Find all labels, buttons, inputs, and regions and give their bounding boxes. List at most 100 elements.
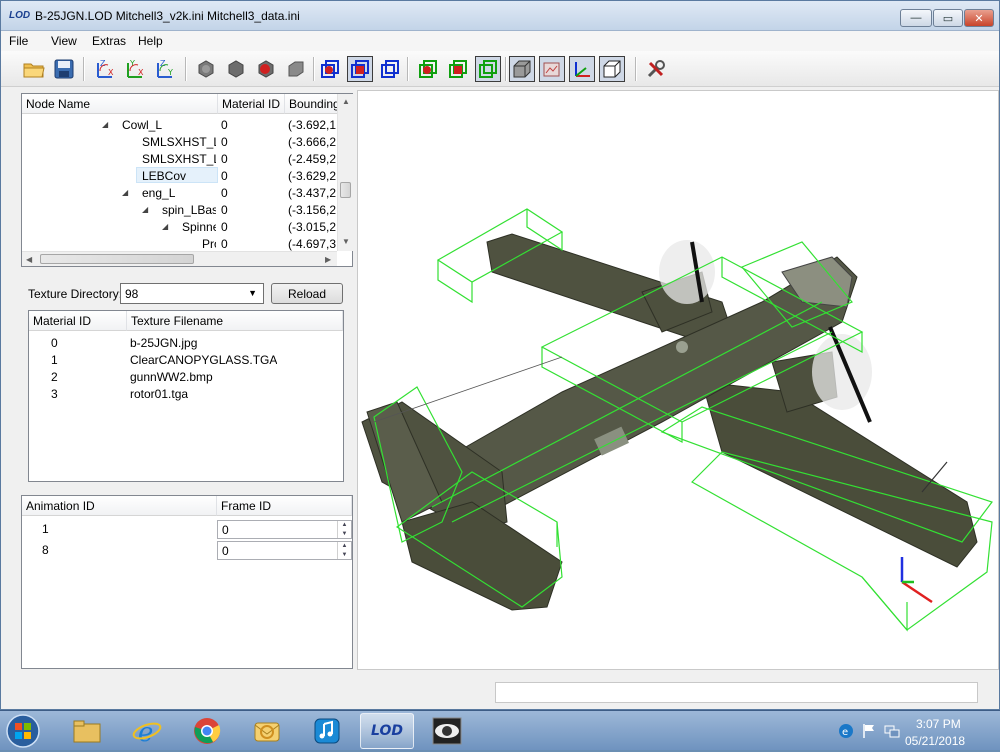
- network-icon[interactable]: [884, 723, 900, 742]
- settings-tools-icon[interactable]: [643, 56, 669, 82]
- taskbar: e LOD e 3:07 PM 05/21/2018: [0, 710, 1000, 750]
- texture-directory-select[interactable]: 98 ▼: [120, 283, 264, 304]
- animation-row[interactable]: 1 0 ▲ ▼: [22, 519, 352, 540]
- explorer-folder-icon[interactable]: [60, 713, 114, 749]
- col-material-id[interactable]: Material ID: [218, 94, 285, 114]
- reload-button[interactable]: Reload: [271, 283, 343, 304]
- blue-cube-icon[interactable]: [377, 56, 403, 82]
- svg-text:e: e: [138, 718, 153, 746]
- texture-row[interactable]: 1 ClearCANOPYGLASS.TGA: [29, 352, 343, 369]
- menu-view[interactable]: View: [51, 34, 77, 48]
- tree-node-material: 0: [221, 220, 228, 234]
- tree-hscrollbar[interactable]: ◀ ▶: [22, 251, 337, 266]
- save-icon[interactable]: [51, 56, 77, 82]
- tree-expander-icon[interactable]: ◢: [122, 188, 128, 197]
- maximize-button[interactable]: ▭: [933, 9, 963, 27]
- texture-row[interactable]: 3 rotor01.tga: [29, 386, 343, 403]
- eye-app-icon[interactable]: [420, 713, 474, 749]
- texture-directory-value: 98: [125, 287, 139, 301]
- node-tree[interactable]: Node Name Material ID Bounding ◢ Cowl_L 0 (…: [21, 93, 353, 267]
- green-cube-icon[interactable]: [475, 56, 501, 82]
- tree-node-name[interactable]: spin_LBase: [162, 203, 216, 217]
- solid-gray-cube-icon[interactable]: [223, 56, 249, 82]
- frame-id-value: 0: [222, 544, 229, 558]
- tree-node-name[interactable]: Pro...: [202, 237, 216, 251]
- animation-id: 1: [42, 522, 49, 536]
- texture-filename: rotor01.tga: [130, 387, 189, 401]
- tree-node-name[interactable]: SMLSXHST_L1: [142, 152, 216, 166]
- texture-list[interactable]: Material ID Texture Filename 0 b-25JGN.jp…: [28, 310, 344, 482]
- tree-node-name[interactable]: Spinner_L: [182, 220, 216, 234]
- green-red-cube-icon[interactable]: [445, 56, 471, 82]
- media-player-icon[interactable]: [300, 713, 354, 749]
- spin-arrows-icon[interactable]: ▲ ▼: [337, 521, 351, 538]
- frame-id-spinbox[interactable]: 0 ▲ ▼: [217, 541, 352, 560]
- chevron-down-icon: ▼: [248, 288, 257, 298]
- internet-explorer-icon[interactable]: e: [120, 713, 174, 749]
- blue-wire-cube-icon[interactable]: [317, 56, 343, 82]
- rotate-zy-icon[interactable]: ZY: [153, 56, 179, 82]
- col-texture-material-id[interactable]: Material ID: [29, 311, 127, 331]
- col-animation-id[interactable]: Animation ID: [22, 496, 217, 516]
- rotate-zx-icon[interactable]: ZX: [93, 56, 119, 82]
- tree-node-name[interactable]: SMLSXHST_L: [142, 135, 216, 149]
- rotate-yx-icon[interactable]: YX: [123, 56, 149, 82]
- start-button[interactable]: [3, 713, 43, 749]
- outlook-icon[interactable]: [240, 713, 294, 749]
- tree-node-material: 0: [221, 135, 228, 149]
- app-logo-icon: LOD: [9, 10, 31, 21]
- tray-app-icon[interactable]: e: [838, 723, 854, 742]
- blue-red-cube-icon[interactable]: [347, 56, 373, 82]
- col-node-name[interactable]: Node Name: [22, 94, 218, 114]
- texture-filename: b-25JGN.jpg: [130, 336, 198, 350]
- gray-box-icon[interactable]: [283, 56, 309, 82]
- tree-node-name[interactable]: eng_L: [142, 186, 216, 200]
- col-texture-filename[interactable]: Texture Filename: [127, 311, 343, 331]
- clock-time[interactable]: 3:07 PM: [916, 717, 961, 731]
- title-bar[interactable]: LOD B-25JGN.LOD Mitchell3_v2k.ini Mitche…: [1, 1, 999, 31]
- svg-text:X: X: [108, 68, 114, 77]
- menu-extras[interactable]: Extras: [92, 34, 126, 48]
- solid-red-sphere-icon[interactable]: [253, 56, 279, 82]
- close-button[interactable]: ✕: [964, 9, 994, 27]
- tree-vscrollbar[interactable]: ▲ ▼: [337, 94, 353, 251]
- animation-id: 8: [42, 543, 49, 557]
- svg-text:e: e: [842, 727, 848, 738]
- green-red-sphere-icon[interactable]: [415, 56, 441, 82]
- menu-help[interactable]: Help: [138, 34, 163, 48]
- texture-row[interactable]: 2 gunnWW2.bmp: [29, 369, 343, 386]
- flag-icon[interactable]: [862, 723, 876, 742]
- tree-node-name[interactable]: Cowl_L: [122, 118, 216, 132]
- 3d-viewport[interactable]: [357, 90, 999, 670]
- tree-node-bounding: (-3.666,2.£: [288, 135, 336, 149]
- animation-row[interactable]: 8 0 ▲ ▼: [22, 540, 352, 561]
- lod-viewer-icon[interactable]: LOD: [360, 713, 414, 749]
- col-bounding[interactable]: Bounding: [285, 94, 338, 114]
- spin-arrows-icon[interactable]: ▲ ▼: [337, 542, 351, 559]
- frame-id-spinbox[interactable]: 0 ▲ ▼: [217, 520, 352, 539]
- texture-row[interactable]: 0 b-25JGN.jpg: [29, 335, 343, 352]
- minimize-button[interactable]: —: [900, 9, 932, 27]
- clock-date[interactable]: 05/21/2018: [905, 734, 965, 748]
- tree-expander-icon[interactable]: ◢: [142, 205, 148, 214]
- texture-icon[interactable]: [539, 56, 565, 82]
- axes-icon[interactable]: [569, 56, 595, 82]
- tree-node-name[interactable]: LEBCov: [142, 169, 216, 183]
- tree-node-bounding: (-3.629,2.£: [288, 169, 336, 183]
- open-folder-icon[interactable]: [21, 56, 47, 82]
- solid-gray-sphere-icon[interactable]: [193, 56, 219, 82]
- tree-node-bounding: (-4.697,3.£: [288, 237, 336, 251]
- texture-material-id: 0: [51, 336, 58, 350]
- box-outline-icon[interactable]: [599, 56, 625, 82]
- menu-bar: File View Extras Help: [1, 31, 999, 51]
- tree-expander-icon[interactable]: ◢: [162, 222, 168, 231]
- animation-list[interactable]: Animation ID Frame ID 1 0 ▲ ▼ 8 0 ▲ ▼: [21, 495, 353, 669]
- texture-material-id: 3: [51, 387, 58, 401]
- chrome-icon[interactable]: [180, 713, 234, 749]
- texture-filename: gunnWW2.bmp: [130, 370, 213, 384]
- menu-file[interactable]: File: [9, 34, 28, 48]
- tree-expander-icon[interactable]: ◢: [102, 120, 108, 129]
- tree-node-material: 0: [221, 169, 228, 183]
- col-frame-id[interactable]: Frame ID: [217, 496, 352, 516]
- gray-cube-outline-icon[interactable]: [509, 56, 535, 82]
